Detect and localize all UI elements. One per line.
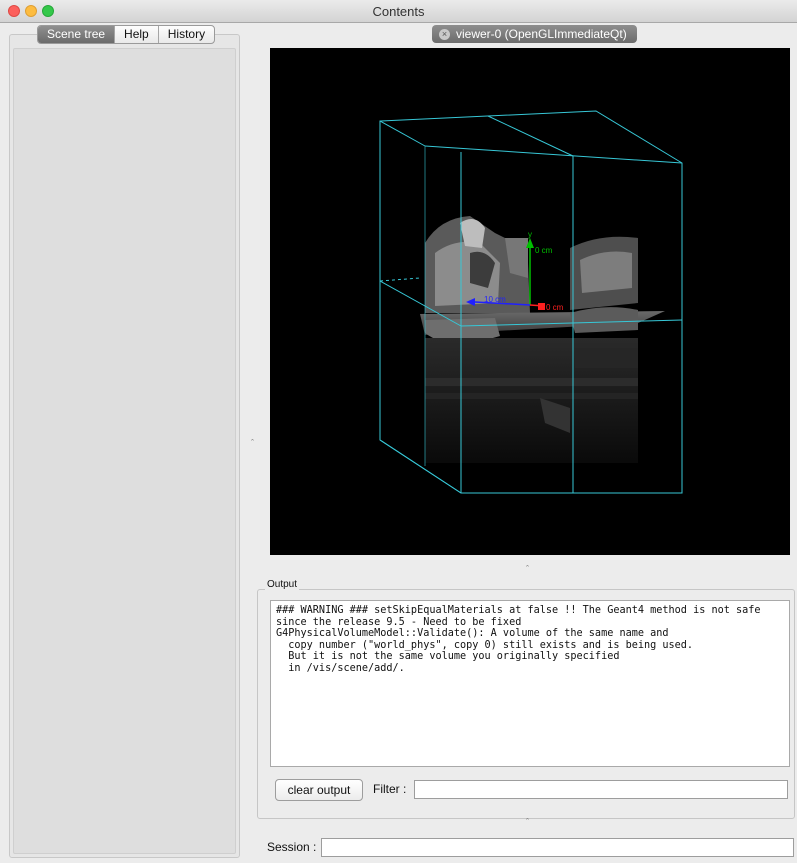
x-axis-value: 0 cm <box>546 303 564 312</box>
y-axis-value: 0 cm <box>535 246 553 255</box>
filter-label: Filter : <box>373 782 407 796</box>
opengl-viewport[interactable]: y 0 cm 0 cm 10 cm <box>270 48 790 555</box>
horizontal-splitter-handle[interactable]: ˆ <box>251 438 254 448</box>
output-label: Output <box>265 579 300 590</box>
clear-output-button[interactable]: clear output <box>275 779 363 801</box>
tab-scene-tree[interactable]: Scene tree <box>38 26 115 43</box>
window-titlebar: Contents <box>0 0 797 23</box>
session-splitter-handle[interactable]: ˆ <box>526 817 529 827</box>
filter-input[interactable] <box>414 780 788 799</box>
viewer-tab-label: viewer-0 (OpenGLImmediateQt) <box>456 27 627 41</box>
output-text-area[interactable]: ### WARNING ### setSkipEqualMaterials at… <box>270 600 790 767</box>
scene-tree-panel <box>9 34 240 858</box>
session-label: Session : <box>267 840 317 854</box>
session-input[interactable] <box>321 838 794 857</box>
tab-help[interactable]: Help <box>114 26 158 43</box>
tab-history[interactable]: History <box>157 26 214 43</box>
viewer-tab[interactable]: × viewer-0 (OpenGLImmediateQt) <box>432 25 637 43</box>
viewport-splitter-handle[interactable]: ˆ <box>526 564 529 574</box>
y-axis-label: y <box>528 230 532 239</box>
z-axis-value: 10 cm <box>484 295 506 304</box>
window-title: Contents <box>372 4 425 19</box>
scene-tree-area[interactable] <box>13 48 236 854</box>
close-tab-icon[interactable]: × <box>439 28 450 40</box>
scene-render: y 0 cm 0 cm 10 cm <box>379 110 683 494</box>
left-tab-bar: Scene tree Help History <box>37 25 216 44</box>
